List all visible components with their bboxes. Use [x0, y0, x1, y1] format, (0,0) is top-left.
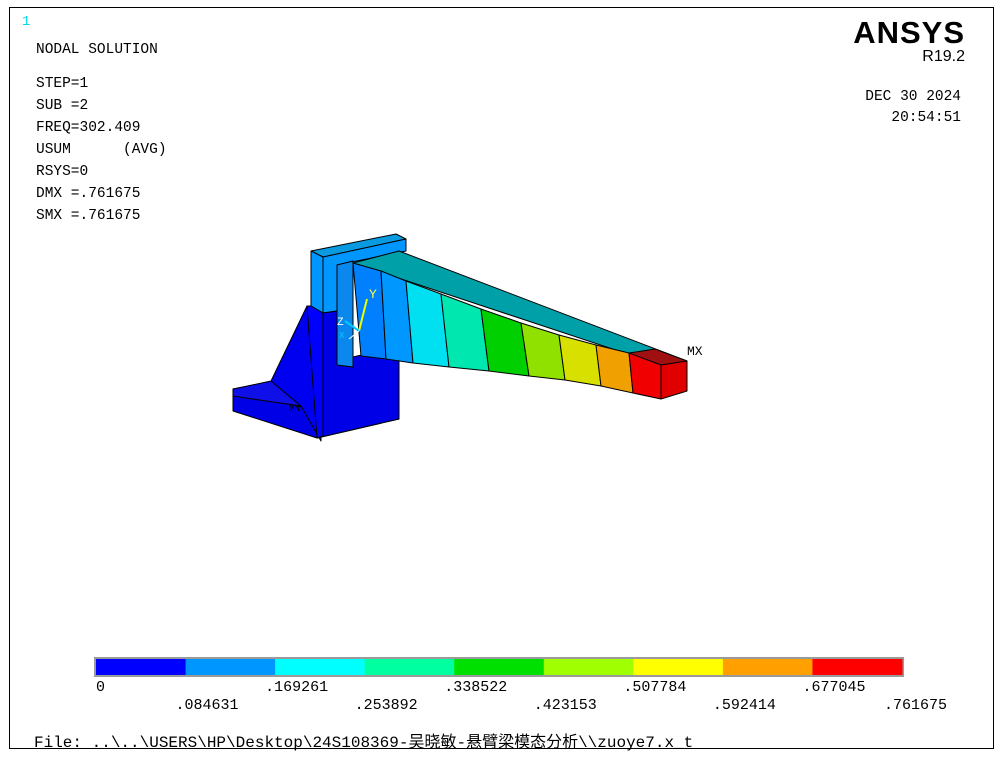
legend-color-7 — [633, 659, 724, 675]
legend-color-3 — [275, 659, 366, 675]
legend-color-1 — [96, 659, 187, 675]
legend-color-2 — [185, 659, 276, 675]
contour-legend — [94, 657, 904, 677]
legend-tick-2: .169261 — [265, 679, 329, 696]
legend-tick-0: 0 — [96, 679, 106, 696]
legend-tick-5: .423153 — [533, 697, 597, 714]
file-path: File: ..\..\USERS\HP\Desktop\24S108369-吴… — [34, 734, 694, 752]
legend-tick-1: .084631 — [175, 697, 239, 714]
legend-tick-8: .677045 — [802, 679, 866, 696]
legend-tick-4: .338522 — [444, 679, 508, 696]
legend-color-4 — [364, 659, 455, 675]
legend-color-9 — [812, 659, 903, 675]
graphics-window[interactable]: 1 NODAL SOLUTION STEP=1 SUB =2 FREQ=302.… — [9, 7, 994, 752]
legend-tick-3: .253892 — [354, 697, 418, 714]
legend-color-5 — [454, 659, 545, 675]
legend-tick-9: .761675 — [884, 697, 948, 714]
legend-color-8 — [722, 659, 813, 675]
legend-tick-7: .592414 — [712, 697, 776, 714]
legend-tick-6: .507784 — [623, 679, 687, 696]
legend-color-6 — [543, 659, 634, 675]
